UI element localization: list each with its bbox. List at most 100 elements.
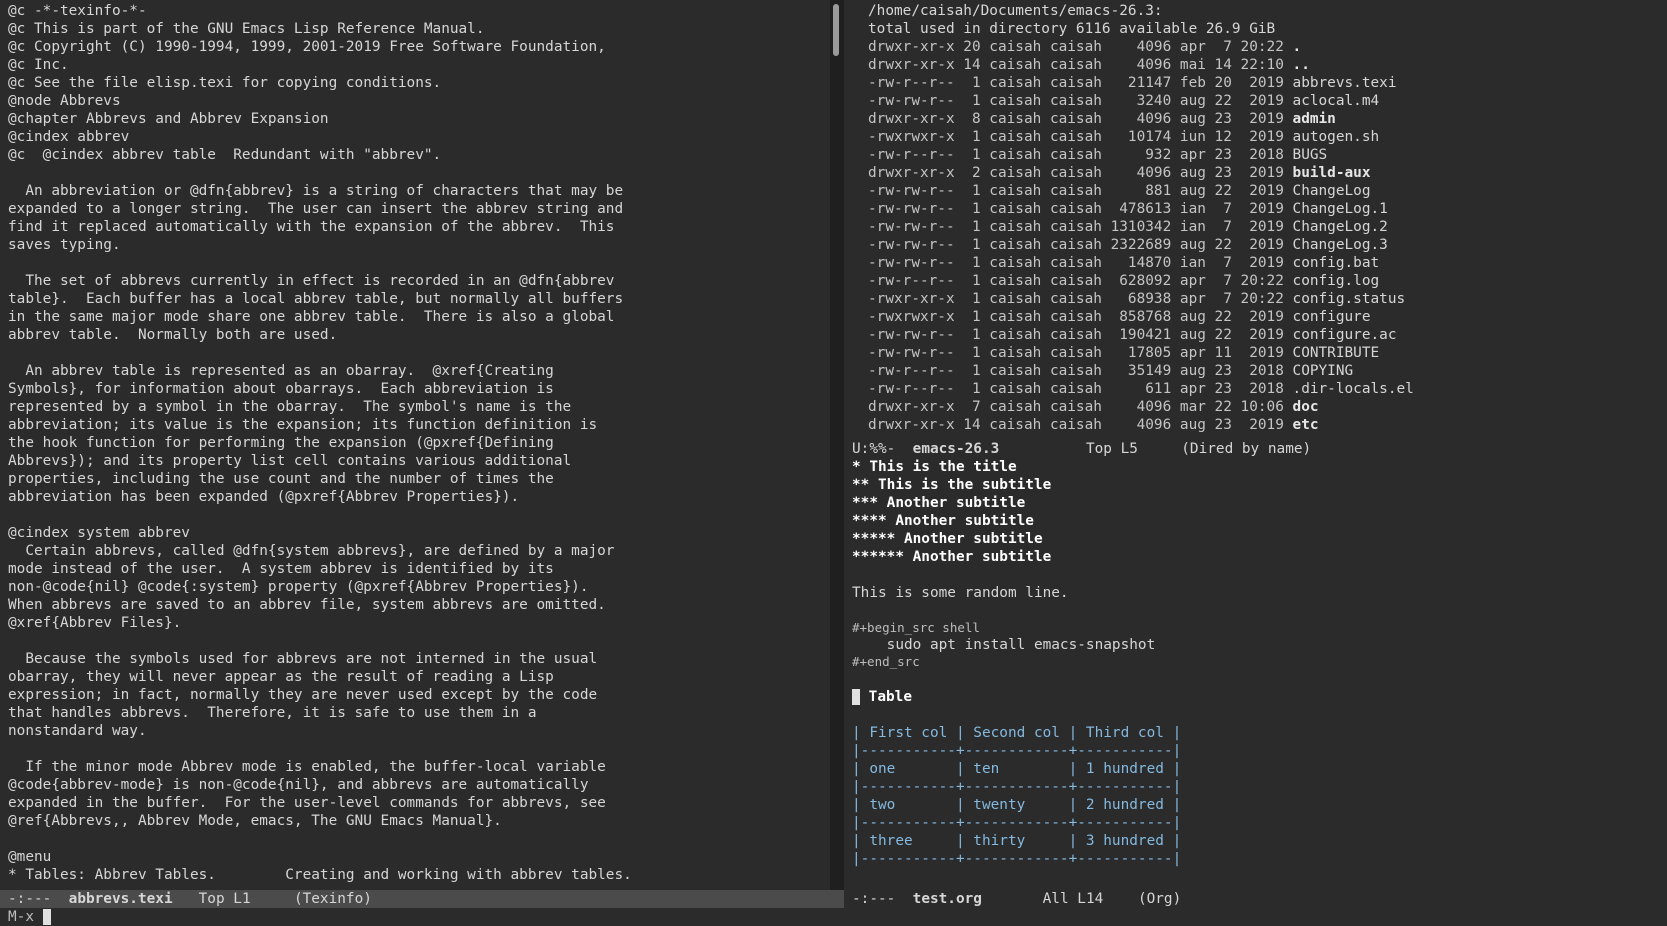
mode-line-major-mode[interactable]: (Dired by name) [1181, 441, 1311, 457]
org-src-begin: #+begin_src shell [852, 620, 980, 635]
dired-entry[interactable]: -rw-rw-r-- 1 caisah caisah 190421 aug 22… [868, 326, 1414, 344]
org-src-end: #+end_src [852, 654, 920, 669]
dired-entry-name[interactable]: config.bat [1293, 255, 1380, 271]
mode-line-buffer-name[interactable]: emacs-26.3 [913, 441, 1000, 457]
texinfo-line [8, 632, 632, 650]
org-table[interactable]: | First col | Second col | Third col | |-… [852, 724, 1181, 868]
dired-entries: drwxr-xr-x 20 caisah caisah 4096 apr 7 2… [868, 38, 1414, 434]
org-window[interactable]: * This is the title ** This is the subtit… [844, 458, 1667, 890]
dired-entry-name[interactable]: abbrevs.texi [1293, 75, 1397, 91]
mode-line-buffer-name[interactable]: test.org [913, 891, 982, 907]
org-table-row[interactable]: | one | ten | 1 hundred | [852, 760, 1181, 778]
dired-entry-name[interactable]: ChangeLog.2 [1293, 219, 1388, 235]
minibuffer[interactable]: M-x [0, 908, 1667, 926]
texinfo-line: properties, including the use count and … [8, 471, 554, 487]
texinfo-line: @node Abbrevs [8, 93, 121, 109]
org-mode-line: -:--- test.org All L14 (Org) [844, 890, 1667, 908]
mode-line-major-mode[interactable]: (Org) [1138, 891, 1181, 907]
org-heading[interactable]: ***** Another subtitle [852, 530, 1181, 548]
dired-entry[interactable]: -rw-r--r-- 1 caisah caisah 628092 apr 7 … [868, 272, 1414, 290]
dired-entry[interactable]: drwxr-xr-x 20 caisah caisah 4096 apr 7 2… [868, 38, 1414, 56]
org-heading[interactable]: **** Another subtitle [852, 512, 1181, 530]
texinfo-line: saves typing. [8, 237, 121, 253]
dired-entry-name[interactable]: config.log [1293, 273, 1380, 289]
dired-entry[interactable]: drwxr-xr-x 7 caisah caisah 4096 mar 22 1… [868, 398, 1414, 416]
dired-entry[interactable]: -rw-rw-r-- 1 caisah caisah 478613 ian 7 … [868, 200, 1414, 218]
texinfo-line: obarray, they will never appear as the r… [8, 669, 554, 685]
org-table-row[interactable]: |-----------+------------+-----------| [852, 742, 1181, 760]
texinfo-line: in the same major mode share one abbrev … [8, 309, 615, 325]
dired-entry-name[interactable]: .dir-locals.el [1293, 381, 1414, 397]
texinfo-line: @c @cindex abbrev table Redundant with "… [8, 147, 442, 163]
left-editor-window[interactable]: @c -*-texinfo-*- @c This is part of the G… [0, 0, 830, 890]
dired-entry[interactable]: -rw-r--r-- 1 caisah caisah 35149 aug 23 … [868, 362, 1414, 380]
dired-entry-meta: -rw-r--r-- 1 caisah caisah 628092 apr 7 … [868, 273, 1293, 289]
org-table-header-row[interactable]: | First col | Second col | Third col | [852, 724, 1181, 742]
texinfo-line: @c This is part of the GNU Emacs Lisp Re… [8, 21, 485, 37]
minibuffer-prompt: M-x [8, 909, 34, 925]
dired-entry-name[interactable]: configure [1293, 309, 1371, 325]
org-table-row[interactable]: | three | thirty | 3 hundred | [852, 832, 1181, 850]
dired-entry-name[interactable]: ChangeLog.1 [1293, 201, 1388, 217]
dired-entry[interactable]: -rwxrwxr-x 1 caisah caisah 858768 aug 22… [868, 308, 1414, 326]
dired-entry-meta: -rw-rw-r-- 1 caisah caisah 3240 aug 22 2… [868, 93, 1293, 109]
text-cursor [852, 689, 860, 705]
dired-entry-name[interactable]: CONTRIBUTE [1293, 345, 1380, 361]
dired-entry[interactable]: -rw-rw-r-- 1 caisah caisah 2322689 aug 2… [868, 236, 1414, 254]
dired-entry[interactable]: drwxr-xr-x 14 caisah caisah 4096 mai 14 … [868, 56, 1414, 74]
dired-entry[interactable]: -rw-rw-r-- 1 caisah caisah 881 aug 22 20… [868, 182, 1414, 200]
org-heading[interactable]: ****** Another subtitle [852, 548, 1181, 566]
org-buffer-text[interactable]: * This is the title ** This is the subtit… [852, 458, 1181, 868]
org-table-row[interactable]: |-----------+------------+-----------| [852, 814, 1181, 832]
dired-entry[interactable]: drwxr-xr-x 14 caisah caisah 4096 aug 23 … [868, 416, 1414, 434]
dired-entry-name[interactable]: admin [1293, 111, 1336, 127]
dired-entry[interactable]: -rwxr-xr-x 1 caisah caisah 68938 apr 7 2… [868, 290, 1414, 308]
org-heading[interactable]: * This is the title [852, 458, 1181, 476]
dired-entry-name[interactable]: etc [1293, 417, 1319, 433]
mode-line-major-mode[interactable]: (Texinfo) [294, 891, 372, 907]
texinfo-line: mode instead of the user. A system abbre… [8, 561, 554, 577]
left-scrollbar[interactable] [830, 0, 844, 890]
dired-entry[interactable]: -rw-r--r-- 1 caisah caisah 21147 feb 20 … [868, 74, 1414, 92]
dired-entry[interactable]: -rw-rw-r-- 1 caisah caisah 17805 apr 11 … [868, 344, 1414, 362]
org-table-row[interactable]: |-----------+------------+-----------| [852, 850, 1181, 868]
dired-entry-name[interactable]: autogen.sh [1293, 129, 1380, 145]
texinfo-line: * Tables: Abbrev Tables. Creating and wo… [8, 867, 632, 883]
mode-line-position: Top L5 [1085, 441, 1138, 457]
dired-entry-name[interactable]: ChangeLog [1293, 183, 1371, 199]
dired-entry-name[interactable]: . [1293, 39, 1302, 55]
texinfo-buffer-text[interactable]: @c -*-texinfo-*- @c This is part of the G… [8, 2, 632, 884]
org-heading[interactable]: *** Another subtitle [852, 494, 1181, 512]
org-heading[interactable]: ** This is the subtitle [852, 476, 1181, 494]
texinfo-line [8, 740, 632, 758]
dired-entry-name[interactable]: config.status [1293, 291, 1406, 307]
dired-entry[interactable]: -rw-rw-r-- 1 caisah caisah 3240 aug 22 2… [868, 92, 1414, 110]
dired-entry-meta: -rw-rw-r-- 1 caisah caisah 2322689 aug 2… [868, 237, 1293, 253]
dired-entry[interactable]: drwxr-xr-x 8 caisah caisah 4096 aug 23 2… [868, 110, 1414, 128]
left-scrollbar-thumb[interactable] [833, 4, 839, 56]
dired-entry-meta: -rw-r--r-- 1 caisah caisah 611 apr 23 20… [868, 381, 1293, 397]
dired-entry[interactable]: -rw-rw-r-- 1 caisah caisah 14870 ian 7 2… [868, 254, 1414, 272]
dired-entry[interactable]: drwxr-xr-x 2 caisah caisah 4096 aug 23 2… [868, 164, 1414, 182]
dired-entry-name[interactable]: ChangeLog.3 [1293, 237, 1388, 253]
dired-entry-name[interactable]: doc [1293, 399, 1319, 415]
dired-window[interactable]: /home/caisah/Documents/emacs-26.3: total… [844, 0, 1667, 440]
texinfo-line: @cindex abbrev [8, 129, 130, 145]
dired-entry[interactable]: -rw-r--r-- 1 caisah caisah 932 apr 23 20… [868, 146, 1414, 164]
mode-line-status: -:--- [8, 891, 52, 907]
dired-entry-name[interactable]: configure.ac [1293, 327, 1397, 343]
dired-entry[interactable]: -rw-rw-r-- 1 caisah caisah 1310342 ian 7… [868, 218, 1414, 236]
org-table-row[interactable]: | two | twenty | 2 hundred | [852, 796, 1181, 814]
dired-entry-meta: -rw-r--r-- 1 caisah caisah 35149 aug 23 … [868, 363, 1293, 379]
dired-entry-name[interactable]: .. [1293, 57, 1310, 73]
dired-entry-name[interactable]: build-aux [1293, 165, 1371, 181]
dired-entry-name[interactable]: COPYING [1293, 363, 1354, 379]
org-table-row[interactable]: |-----------+------------+-----------| [852, 778, 1181, 796]
mode-line-buffer-name[interactable]: abbrevs.texi [69, 891, 173, 907]
dired-entry-name[interactable]: aclocal.m4 [1293, 93, 1380, 109]
dired-entry[interactable]: -rw-r--r-- 1 caisah caisah 611 apr 23 20… [868, 380, 1414, 398]
dired-listing[interactable]: /home/caisah/Documents/emacs-26.3: total… [868, 2, 1414, 434]
texinfo-line: @c Inc. [8, 57, 69, 73]
dired-entry-name[interactable]: BUGS [1293, 147, 1328, 163]
dired-entry[interactable]: -rwxrwxr-x 1 caisah caisah 10174 iun 12 … [868, 128, 1414, 146]
